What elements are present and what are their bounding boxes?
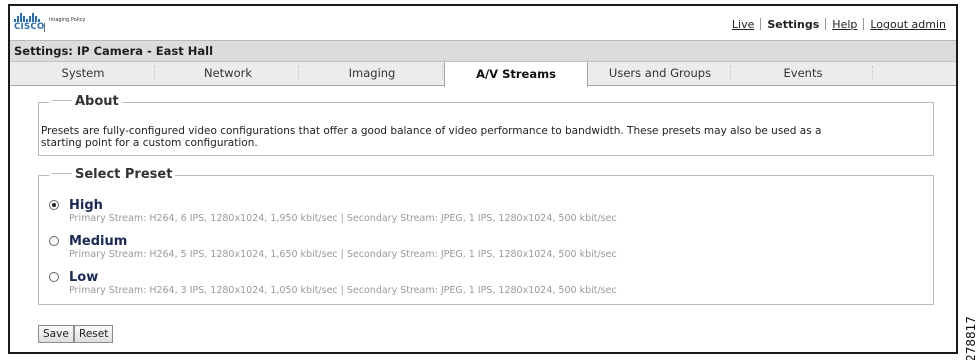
save-button[interactable]: Save — [38, 325, 74, 343]
tab-imaging[interactable]: Imaging — [300, 62, 444, 85]
tab-network[interactable]: Network — [156, 62, 300, 85]
help-link[interactable]: Help — [832, 18, 857, 31]
radio-medium[interactable] — [49, 236, 59, 246]
radio-high[interactable] — [49, 200, 59, 210]
radio-low[interactable] — [49, 272, 59, 282]
live-link[interactable]: Live — [732, 18, 754, 31]
select-preset-section: Select Preset High Primary Stream: H264,… — [38, 167, 934, 305]
figure-code: 278817 — [963, 316, 976, 360]
tab-users-and-groups[interactable]: Users and Groups — [588, 62, 732, 85]
page-title: Settings: IP Camera - East Hall — [10, 40, 956, 62]
app-window: CISCO Imaging Policy Live Settings Help Log… — [8, 4, 958, 354]
tab-av-streams[interactable]: A/V Streams — [444, 62, 588, 87]
logo-wordmark: CISCO — [14, 22, 45, 32]
select-preset-title: Select Preset — [75, 167, 173, 182]
tab-events[interactable]: Events — [732, 62, 874, 85]
settings-link[interactable]: Settings — [767, 18, 819, 31]
cisco-logo: CISCO Imaging Policy — [14, 12, 124, 34]
logo-tagline: Imaging Policy — [49, 17, 86, 23]
about-section: About Presets are fully-configured video… — [38, 94, 934, 156]
top-bar: CISCO Imaging Policy Live Settings Help Log… — [10, 6, 956, 40]
cisco-bars-icon — [14, 12, 48, 22]
tab-bar: System Network Imaging A/V Streams Users… — [10, 62, 956, 87]
logout-link[interactable]: Logout admin — [870, 18, 946, 31]
about-title: About — [75, 94, 119, 109]
reset-button[interactable]: Reset — [74, 325, 114, 343]
tab-system[interactable]: System — [10, 62, 156, 85]
top-links: Live Settings Help Logout admin — [732, 18, 946, 31]
about-text: Presets are fully-configured video confi… — [41, 125, 822, 149]
